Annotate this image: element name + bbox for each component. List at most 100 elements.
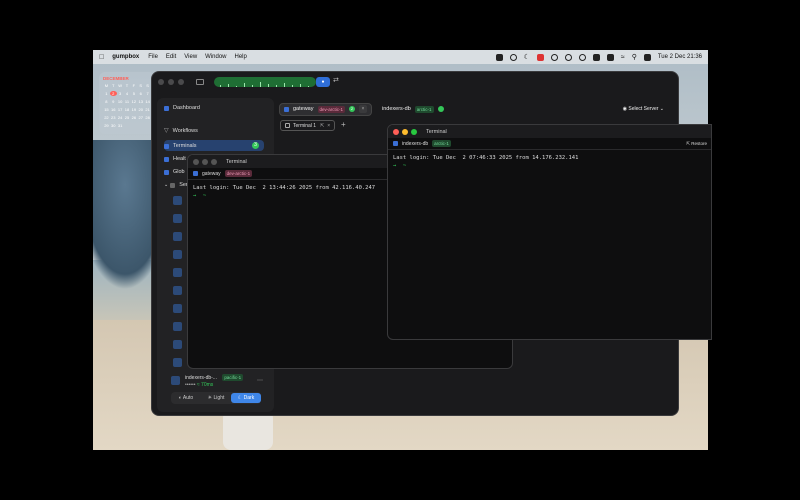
wifi-icon[interactable]: ≈ — [621, 54, 625, 61]
terminal-env-tag: arctic-1 — [432, 140, 451, 147]
theme-light-button[interactable]: ☀ Light — [201, 393, 231, 403]
health-icon — [164, 156, 169, 162]
record-icon[interactable] — [550, 53, 558, 61]
apple-menu-icon[interactable]:  — [99, 54, 104, 61]
sidebar-toggle-icon[interactable] — [196, 79, 204, 85]
tab-indexers-db[interactable]: indexers-db arctic-1 — [378, 103, 448, 116]
terminal-output[interactable]: Last login: Tue Dec 2 07:46:33 2025 from… — [388, 150, 711, 174]
theme-dark-button[interactable]: ☾ Dark — [231, 393, 261, 403]
menu-help[interactable]: Help — [235, 54, 247, 60]
add-terminal-button[interactable]: + — [341, 120, 346, 129]
play-icon[interactable] — [578, 53, 586, 61]
menu-file[interactable]: File — [148, 54, 158, 60]
calendar-day: 21 — [145, 107, 150, 112]
select-server-label: Select Server — [628, 106, 659, 112]
restore-icon: ⇱ — [686, 141, 690, 146]
terminal-prompt: → ~ — [193, 193, 207, 199]
calendar-day: 30 — [111, 123, 116, 128]
zoom-window-button[interactable] — [178, 79, 184, 85]
terminal-window-indexers-db[interactable]: Terminal indexers-db arctic-1 ⇱ Restore … — [387, 124, 712, 340]
app-menu[interactable]: gumpbox — [112, 54, 139, 60]
sidebar-item-terminals[interactable]: Terminals — [164, 143, 197, 149]
more-options-icon[interactable]: ⋯ — [257, 377, 263, 384]
minimize-window-button[interactable] — [202, 158, 208, 165]
split-icon[interactable]: ⇱ — [320, 123, 324, 129]
subtab-label: Terminal 1 — [293, 122, 317, 129]
terminal-server-name: gateway — [202, 170, 221, 177]
battery-icon[interactable] — [606, 53, 614, 61]
server-icon — [173, 250, 182, 259]
plus-circle-icon: ◉ — [622, 106, 627, 112]
tab-terminal-1[interactable]: Terminal 1 ⇱ × — [280, 120, 336, 131]
zoom-window-button[interactable] — [211, 158, 217, 165]
calendar-day: 20 — [138, 107, 143, 112]
status-alert-icon[interactable] — [536, 53, 544, 61]
calendar-day: 14 — [145, 99, 150, 104]
server-icon — [171, 376, 180, 385]
calendar-day: 10 — [117, 99, 123, 104]
minimize-window-button[interactable] — [168, 79, 174, 85]
server-name-text: indexers-db-... — [185, 375, 217, 381]
tab-gateway[interactable]: gateway dev-arctic-1 2 × — [279, 102, 373, 116]
tab-count-badge: 2 — [349, 106, 356, 112]
weekday: W — [118, 83, 123, 88]
server-icon — [173, 268, 182, 277]
shuffle-icon[interactable]: ⇄ — [333, 76, 339, 84]
activity-pill[interactable] — [214, 77, 316, 87]
minimize-window-button[interactable] — [402, 128, 408, 135]
select-server-button[interactable]: ◉ Select Server ⌄ — [623, 106, 664, 112]
calendar-day: 27 — [138, 115, 143, 120]
zoom-window-button[interactable] — [411, 128, 417, 135]
server-ping: 70ms — [201, 382, 214, 388]
user-icon[interactable] — [564, 53, 572, 61]
globe-icon — [164, 169, 169, 175]
close-tab-icon[interactable]: × — [359, 105, 368, 113]
close-window-button[interactable] — [193, 158, 199, 165]
terminal-title: Terminal — [226, 158, 247, 165]
calendar-day: 28 — [145, 115, 150, 120]
activity-toggle-button[interactable]: ● — [316, 77, 330, 87]
server-icon — [284, 106, 289, 112]
theme-auto-button[interactable]: ◐ Auto — [171, 393, 201, 403]
sidebar-item-workflows[interactable]: ▽ Workflows — [164, 127, 198, 135]
sidebar-item-global[interactable]: Glob — [164, 169, 185, 175]
status-wechat-icon[interactable] — [509, 53, 517, 61]
server-dots: •••••• — [185, 382, 196, 388]
menu-window[interactable]: Window — [205, 54, 226, 60]
sidebar-item-label: Terminals — [173, 143, 197, 149]
calendar-day: 1 — [105, 91, 108, 96]
restore-button[interactable]: ⇱ Restore — [686, 141, 707, 147]
moon-icon[interactable]: ☾ — [524, 54, 530, 61]
server-group-icon — [170, 182, 176, 188]
calendar-day: 22 — [104, 115, 109, 120]
menu-view[interactable]: View — [184, 54, 197, 60]
calendar-day: 16 — [111, 107, 116, 112]
menu-edit[interactable]: Edit — [166, 54, 176, 60]
close-window-button[interactable] — [393, 128, 399, 135]
sidebar-item-label: Healt — [173, 156, 186, 162]
sidebar-item-dashboard[interactable]: Dashboard — [164, 105, 200, 111]
weekday: T — [112, 83, 115, 88]
terminal-icon — [285, 123, 290, 128]
search-icon[interactable]: ⚲ — [632, 54, 637, 61]
server-icon — [173, 214, 182, 223]
server-icon — [173, 232, 182, 241]
calendar-widget[interactable]: DECEMBER M T W T F S S 1 2 3 4 5 6 7 8 9… — [99, 72, 155, 134]
server-name[interactable]: indexers-db-... pacific-1 — [185, 374, 244, 381]
close-window-button[interactable] — [158, 79, 164, 85]
calendar-day: 3 — [119, 91, 122, 96]
tab-env-tag: dev-arctic-1 — [317, 105, 346, 113]
control-center-icon[interactable] — [643, 53, 651, 61]
sidebar-item-health[interactable]: Healt — [164, 156, 186, 162]
keyboard-a-icon[interactable] — [592, 53, 600, 61]
status-app-icon[interactable] — [495, 53, 503, 61]
calendar-day: 7 — [146, 91, 149, 96]
calendar-month: DECEMBER — [103, 76, 129, 81]
menubar-clock[interactable]: Tue 2 Dec 21:36 — [658, 54, 702, 60]
sidebar-item-label: Workflows — [172, 127, 198, 134]
chart-icon — [164, 105, 169, 111]
weekday: M — [104, 83, 109, 88]
server-status-row: •••••• ≈ 70ms — [185, 382, 213, 388]
sidebar-item-label: Glob — [173, 169, 185, 175]
close-icon[interactable]: × — [327, 123, 330, 129]
